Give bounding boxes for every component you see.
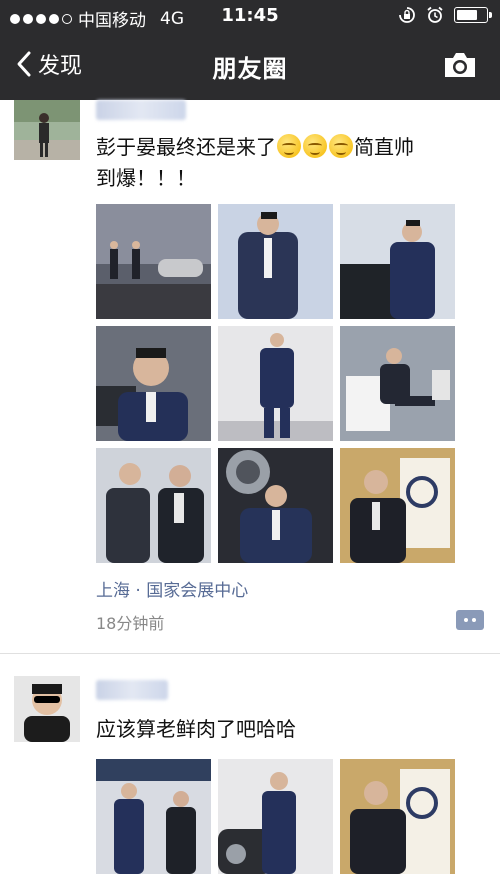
post-text-line2: 到爆！！！ [96,166,196,190]
photo-thumbnail[interactable] [340,759,455,874]
post-text-line1: 彭于晏最终还是来了 [96,135,276,159]
divider [0,653,500,654]
top-bar: 中国移动 4G 11:45 发现 朋友圈 [0,0,500,100]
photo-thumbnail[interactable] [218,204,333,319]
photo-thumbnail[interactable] [340,448,455,563]
post-time: 18分钟前 [96,614,165,633]
photo-thumbnail[interactable] [96,448,211,563]
rotation-lock-icon [399,7,415,23]
photo-thumbnail[interactable] [96,326,211,441]
username-blurred[interactable] [96,680,168,700]
photo-grid [96,204,455,563]
photo-thumbnail[interactable] [340,326,455,441]
photo-thumbnail[interactable] [96,204,211,319]
alarm-icon [427,6,443,23]
avatar[interactable] [14,676,80,742]
photo-thumbnail[interactable] [218,448,333,563]
post-text: 彭于晏最终还是来了 简直帅 到爆！！！ [96,132,414,194]
status-bar: 中国移动 4G 11:45 [0,0,500,32]
username-blurred[interactable] [96,100,186,120]
comment-button[interactable] [456,610,484,630]
nav-bar: 发现 朋友圈 [0,32,500,100]
post-text-tail: 简直帅 [354,135,414,159]
awkward-emoji-icon [277,134,301,158]
photo-thumbnail[interactable] [340,204,455,319]
avatar[interactable] [14,100,80,160]
photo-thumbnail[interactable] [218,326,333,441]
post-text: 应该算老鲜肉了吧哈哈 [96,717,296,741]
awkward-emoji-icon [303,134,327,158]
page-title: 朋友圈 [212,55,288,83]
location-link[interactable]: 上海 · 国家会展中心 [96,576,248,601]
photo-grid [96,759,455,874]
photo-thumbnail[interactable] [218,759,333,874]
photo-thumbnail[interactable] [96,759,211,874]
moment-post: 应该算老鲜肉了吧哈哈 [0,676,500,888]
camera-icon[interactable] [442,50,478,80]
battery-icon [454,7,492,23]
awkward-emoji-icon [329,134,353,158]
moment-post: 彭于晏最终还是来了 简直帅 到爆！！！ 上海 · 国家会展中心 18分钟前 [0,100,500,650]
